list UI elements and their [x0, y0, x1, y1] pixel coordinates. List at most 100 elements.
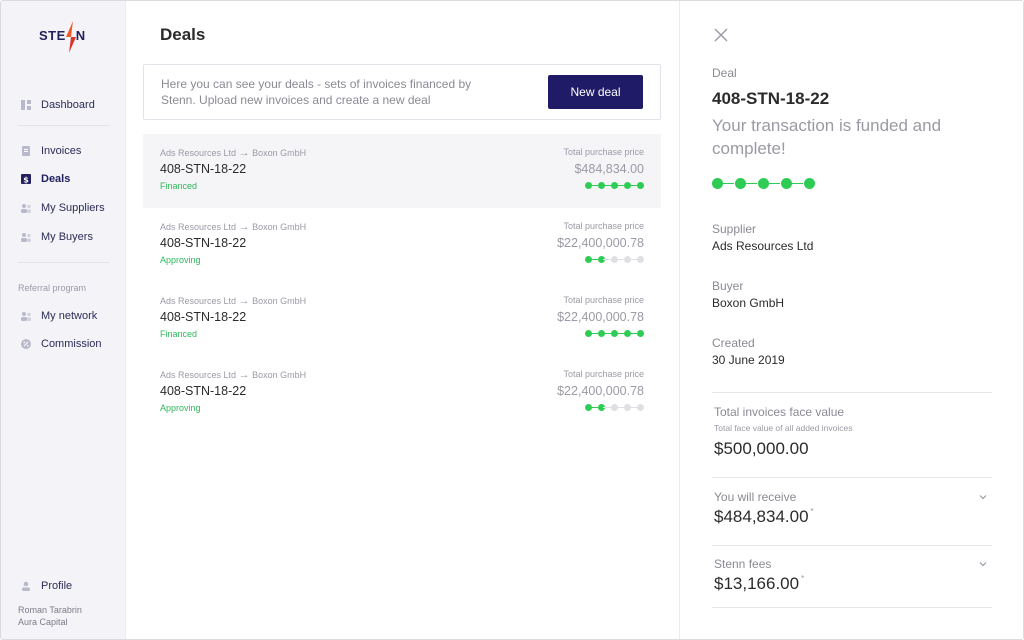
progress-connector [616, 333, 624, 334]
progress-connector [722, 183, 734, 184]
deal-id: 408-STN-18-22 [160, 310, 247, 324]
sidebar-item-my-buyers[interactable]: My Buyers [20, 228, 93, 246]
created-label: Created [712, 336, 755, 350]
progress-connector [603, 185, 611, 186]
deal-status: Financed [160, 181, 198, 191]
deal-id: 408-STN-18-22 [712, 89, 830, 108]
deal-row[interactable]: Ads Resources Ltd → Boxon GmbH 408-STN-18… [143, 208, 661, 282]
chevron-down-icon[interactable] [977, 558, 989, 570]
deal-id: 408-STN-18-22 [160, 384, 247, 398]
progress-connector [629, 259, 637, 260]
deal-progress [585, 404, 644, 412]
progress-step [637, 182, 644, 189]
sidebar-item-label: My Buyers [41, 231, 93, 243]
people-icon [21, 204, 31, 213]
sidebar-divider [18, 262, 109, 263]
sidebar-item-deals[interactable]: $ Deals [20, 170, 70, 188]
deal-route: Ads Resources Ltd → Boxon GmbH [160, 369, 307, 381]
sidebar-item-label: Commission [41, 338, 102, 350]
deal-row[interactable]: Ads Resources Ltd → Boxon GmbH 408-STN-18… [143, 282, 661, 356]
price-label: Total purchase price [563, 295, 644, 305]
page-title: Deals [160, 25, 206, 44]
progress-connector [629, 407, 637, 408]
fees-label: Stenn fees [714, 557, 772, 571]
new-deal-button[interactable]: New deal [548, 75, 643, 109]
deal-route: Ads Resources Ltd → Boxon GmbH [160, 221, 307, 233]
progress-connector [590, 333, 598, 334]
sidebar-item-commission[interactable]: Commission [20, 335, 102, 353]
progress-connector [768, 183, 780, 184]
deal-progress [585, 182, 644, 190]
progress-connector [603, 333, 611, 334]
progress-connector [603, 259, 611, 260]
divider [712, 607, 992, 608]
sidebar-item-invoices[interactable]: Invoices [20, 142, 81, 160]
receive-amount: $484,834.00 * [714, 507, 814, 526]
sidebar-item-my-network[interactable]: My network [20, 307, 97, 325]
created-value: 30 June 2019 [712, 353, 785, 367]
progress-connector [629, 185, 637, 186]
sidebar-divider [18, 125, 109, 126]
deal-status: Approving [160, 403, 201, 413]
referral-section-label: Referral program [18, 283, 87, 293]
arrow-right-icon: → [238, 369, 250, 381]
chevron-down-icon[interactable] [977, 491, 989, 503]
progress-step [637, 330, 644, 337]
divider [712, 392, 992, 393]
deal-detail-panel: Deal 408-STN-18-22 Your transaction is f… [679, 1, 1023, 639]
deal-progress [585, 330, 644, 338]
close-icon[interactable] [712, 26, 730, 44]
app-window: STE N Dashboard Invoices $ Deals My Suppl… [0, 0, 1024, 640]
deal-id: 408-STN-18-22 [160, 162, 247, 176]
supplier-label: Supplier [712, 222, 757, 236]
sidebar-item-my-suppliers[interactable]: My Suppliers [20, 199, 105, 217]
user-company: Aura Capital [18, 617, 68, 627]
deal-status: Approving [160, 255, 201, 265]
logo-text: STE N [39, 28, 86, 43]
progress-connector [590, 259, 598, 260]
deal-status: Financed [160, 329, 198, 339]
deal-status-headline: Your transaction is funded and complete! [712, 116, 942, 158]
dollar-icon: $ [21, 174, 31, 185]
sidebar-item-label: Deals [41, 173, 71, 185]
deal-label: Deal [712, 66, 737, 80]
progress-connector [590, 185, 598, 186]
deal-row[interactable]: Ads Resources Ltd → Boxon GmbH 408-STN-18… [143, 134, 661, 208]
sidebar-item-profile[interactable]: Profile [20, 577, 72, 595]
supplier-value: Ads Resources Ltd [712, 239, 814, 253]
people-icon [21, 233, 31, 242]
progress-step [637, 404, 644, 411]
divider [712, 545, 992, 546]
progress-connector [616, 259, 624, 260]
info-text: Here you can see your deals - sets of in… [161, 77, 472, 107]
invoice-icon [22, 146, 30, 156]
stenn-logo[interactable]: STE N [39, 21, 91, 55]
total-face-sublabel: Total face value of all added invoices [714, 423, 853, 433]
sidebar-item-label: My network [41, 310, 98, 322]
progress-connector [590, 407, 598, 408]
sidebar-item-label: Profile [41, 580, 73, 592]
people-icon [21, 312, 31, 321]
deal-route: Ads Resources Ltd → Boxon GmbH [160, 295, 307, 307]
total-face-amount: $500,000.00 [714, 439, 809, 458]
progress-connector [745, 183, 757, 184]
price-label: Total purchase price [563, 221, 644, 231]
price-value: $22,400,000.78 [557, 236, 644, 250]
deal-progress [712, 178, 816, 190]
arrow-right-icon: → [238, 147, 250, 159]
progress-connector [629, 333, 637, 334]
progress-connector [616, 407, 624, 408]
price-value: $22,400,000.78 [557, 310, 644, 324]
deal-row[interactable]: Ads Resources Ltd → Boxon GmbH 408-STN-18… [143, 356, 661, 430]
dashboard-icon [21, 100, 31, 110]
user-name: Roman Tarabrin [18, 605, 82, 615]
price-label: Total purchase price [563, 369, 644, 379]
divider [712, 477, 992, 478]
sidebar-item-dashboard[interactable]: Dashboard [20, 96, 95, 114]
price-value: $484,834.00 [574, 162, 644, 176]
sidebar-item-label: Dashboard [41, 99, 95, 111]
percent-icon [21, 339, 31, 349]
total-face-label: Total invoices face value [714, 405, 845, 419]
progress-connector [791, 183, 803, 184]
price-label: Total purchase price [563, 147, 644, 157]
